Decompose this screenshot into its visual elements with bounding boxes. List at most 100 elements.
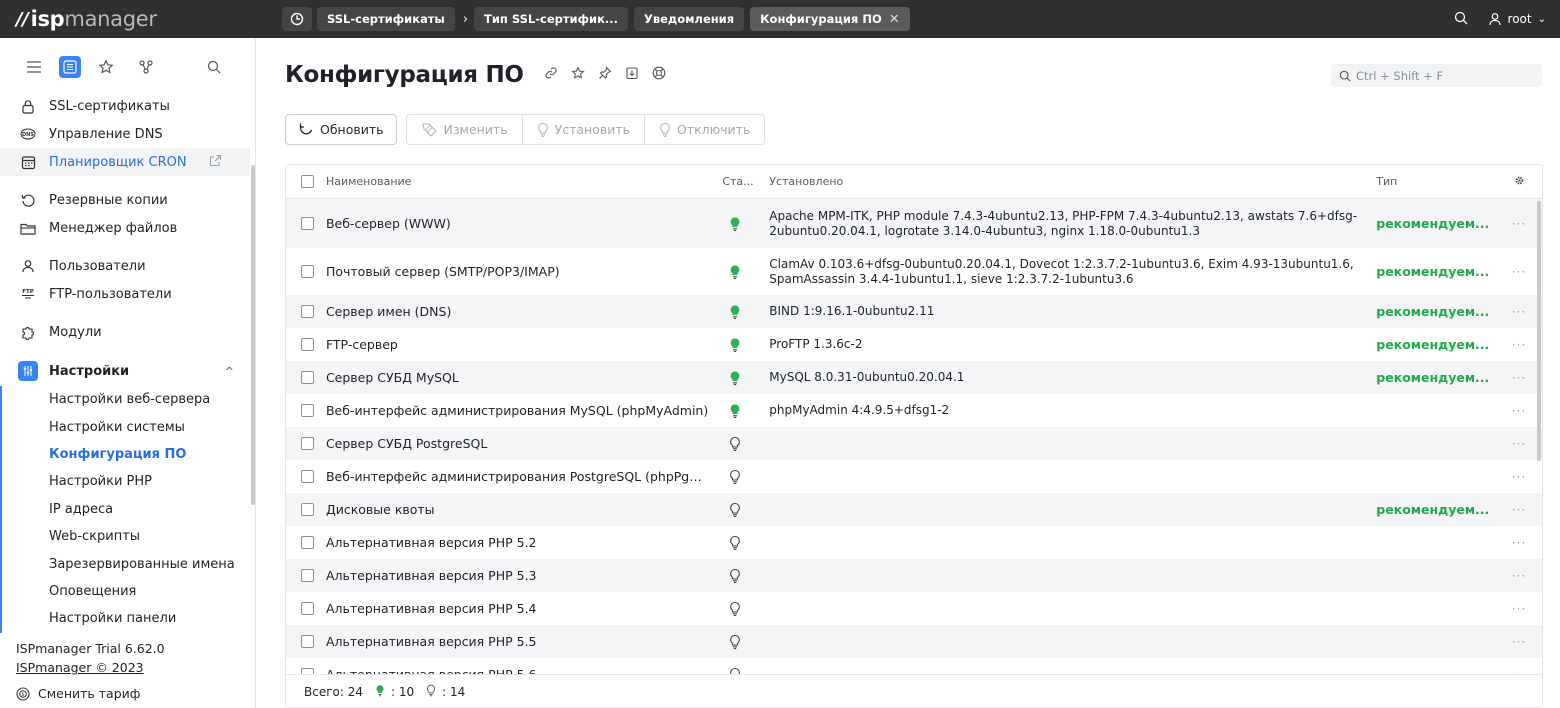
- column-installed[interactable]: Установлено: [769, 175, 1376, 188]
- enabled-count: : 10: [391, 685, 415, 699]
- table-row[interactable]: Веб-сервер (WWW) Apache MPM-ITK, PHP modu…: [286, 199, 1542, 248]
- table-search-input[interactable]: Ctrl + Shift + F: [1331, 64, 1542, 87]
- pin-icon[interactable]: [598, 66, 612, 84]
- table-row[interactable]: Альтернативная версия PHP 5.2 ···: [286, 526, 1542, 559]
- table-row[interactable]: Сервер СУБД PostgreSQL ···: [286, 427, 1542, 460]
- row-menu-button[interactable]: ···: [1496, 305, 1542, 319]
- table-row[interactable]: Дисковые квоты рекомендуем... ···: [286, 493, 1542, 526]
- user-menu[interactable]: root ⌄: [1488, 12, 1546, 26]
- sidebar-item-backups[interactable]: Резервные копии: [0, 186, 250, 214]
- row-checkbox[interactable]: [301, 437, 314, 450]
- history-button[interactable]: [282, 7, 312, 31]
- sidebar-item-users[interactable]: Пользователи: [0, 252, 250, 280]
- favorites-button[interactable]: [91, 55, 121, 79]
- row-checkbox[interactable]: [301, 635, 314, 648]
- row-menu-button[interactable]: ···: [1496, 569, 1542, 583]
- help-icon[interactable]: [652, 66, 666, 84]
- sidebar-item-reserved-names[interactable]: Зарезервированные имена: [2, 550, 250, 577]
- sidebar-item-dns[interactable]: DNS Управление DNS: [0, 120, 250, 148]
- table-row[interactable]: Веб-интерфейс администрирования PostgreS…: [286, 460, 1542, 493]
- tab-ssl-type[interactable]: Тип SSL-сертифик...: [474, 7, 628, 31]
- row-checkbox[interactable]: [301, 404, 314, 417]
- row-checkbox[interactable]: [301, 371, 314, 384]
- sidebar-item-ssl[interactable]: SSL-сертификаты: [0, 92, 250, 120]
- sidebar-item-panel-settings[interactable]: Настройки панели: [2, 605, 250, 632]
- table-row[interactable]: Сервер имен (DNS) BIND 1:9.16.1-0ubuntu2.…: [286, 295, 1542, 328]
- menu-toggle-button[interactable]: [19, 55, 49, 79]
- sidebar-scrollbar[interactable]: [251, 165, 255, 505]
- bulb-off-icon: [722, 601, 769, 617]
- global-search-button[interactable]: [1454, 11, 1468, 28]
- table-row[interactable]: Альтернативная версия PHP 5.5 ···: [286, 625, 1542, 658]
- row-menu-button[interactable]: ···: [1496, 404, 1542, 418]
- sidebar-item-php-settings[interactable]: Настройки PHP: [2, 468, 250, 495]
- sidebar-item-software-config[interactable]: Конфигурация ПО: [2, 441, 250, 468]
- tab-software-config[interactable]: Конфигурация ПО ✕: [750, 7, 910, 31]
- row-menu-button[interactable]: ···: [1496, 602, 1542, 616]
- link-icon[interactable]: [544, 66, 558, 84]
- table-scrollbar[interactable]: [1537, 201, 1541, 461]
- row-checkbox[interactable]: [301, 338, 314, 351]
- sidebar-item-ip-addresses[interactable]: IP адреса: [2, 496, 250, 523]
- column-name[interactable]: Наименование: [326, 175, 722, 188]
- change-tariff-link[interactable]: $ Сменить тариф: [16, 686, 140, 701]
- table-row[interactable]: Альтернативная версия PHP 5.3 ···: [286, 559, 1542, 592]
- column-settings-button[interactable]: [1496, 175, 1542, 189]
- sidebar-item-notifications[interactable]: Оповещения: [2, 578, 250, 605]
- sidebar-item-ftp-users[interactable]: FTP FTP-пользователи: [0, 280, 250, 308]
- pinned-button[interactable]: [131, 55, 161, 79]
- row-menu-button[interactable]: ···: [1496, 217, 1542, 231]
- tab-notifications[interactable]: Уведомления: [633, 7, 745, 31]
- bulb-off-icon: [722, 535, 769, 551]
- copyright-link[interactable]: ISPmanager © 2023: [16, 658, 165, 677]
- row-menu-button[interactable]: ···: [1496, 338, 1542, 352]
- list-view-button[interactable]: [59, 56, 81, 78]
- row-menu-button[interactable]: ···: [1496, 371, 1542, 385]
- table-row[interactable]: Веб-интерфейс администрирования MySQL (p…: [286, 394, 1542, 427]
- row-checkbox[interactable]: [301, 602, 314, 615]
- select-all-checkbox[interactable]: [301, 175, 314, 188]
- column-type[interactable]: Тип: [1376, 175, 1496, 188]
- sidebar-item-files[interactable]: Менеджер файлов: [0, 214, 250, 242]
- chevron-up-icon[interactable]: ^: [225, 365, 234, 378]
- row-menu-button[interactable]: ···: [1496, 536, 1542, 550]
- row-checkbox[interactable]: [301, 305, 314, 318]
- table-row[interactable]: Сервер СУБД MySQL MySQL 8.0.31-0ubuntu0.2…: [286, 361, 1542, 394]
- disable-button[interactable]: Отключить: [645, 115, 764, 144]
- sidebar-footer: ISPmanager Trial 6.62.0 ISPmanager © 202…: [16, 639, 165, 677]
- row-checkbox[interactable]: [301, 536, 314, 549]
- external-link-icon[interactable]: [209, 154, 222, 171]
- row-menu-button[interactable]: ···: [1496, 635, 1542, 649]
- edit-button[interactable]: Изменить: [407, 115, 523, 144]
- version-text: ISPmanager Trial 6.62.0: [16, 641, 165, 656]
- row-checkbox[interactable]: [301, 217, 314, 230]
- bulb-off-icon: [722, 634, 769, 650]
- bulb-on-icon: [722, 264, 769, 280]
- column-status[interactable]: Ста...: [722, 175, 769, 188]
- install-button[interactable]: Установить: [523, 115, 645, 144]
- table-row[interactable]: FTP-сервер ProFTP 1.3.6c-2 рекомендуем... ·…: [286, 328, 1542, 361]
- tab-ssl[interactable]: SSL-сертификаты: [317, 7, 455, 31]
- refresh-button[interactable]: Обновить: [285, 114, 397, 145]
- row-menu-button[interactable]: ···: [1496, 437, 1542, 451]
- sidebar-item-cron[interactable]: Планировщик CRON: [0, 148, 250, 176]
- sidebar-item-system-settings[interactable]: Настройки системы: [2, 413, 250, 440]
- menu-search-button[interactable]: [199, 55, 229, 79]
- row-checkbox[interactable]: [301, 470, 314, 483]
- sidebar-group-settings[interactable]: Настройки ^: [0, 356, 250, 386]
- table-row[interactable]: Альтернативная версия PHP 5.4 ···: [286, 592, 1542, 625]
- export-icon[interactable]: [625, 66, 639, 84]
- row-menu-button[interactable]: ···: [1496, 503, 1542, 517]
- row-menu-button[interactable]: ···: [1496, 470, 1542, 484]
- row-checkbox[interactable]: [301, 265, 314, 278]
- logo[interactable]: //isp manager: [0, 7, 255, 31]
- table-row[interactable]: Почтовый сервер (SMTP/POP3/IMAP) ClamAv 0…: [286, 248, 1542, 295]
- row-menu-button[interactable]: ···: [1496, 265, 1542, 279]
- row-checkbox[interactable]: [301, 569, 314, 582]
- sidebar-item-webserver-settings[interactable]: Настройки веб-сервера: [2, 386, 250, 413]
- star-icon[interactable]: [571, 66, 585, 84]
- sidebar-item-modules[interactable]: Модули: [0, 318, 250, 346]
- sidebar-item-web-scripts[interactable]: Web-скрипты: [2, 523, 250, 550]
- row-checkbox[interactable]: [301, 503, 314, 516]
- close-icon[interactable]: ✕: [889, 12, 900, 27]
